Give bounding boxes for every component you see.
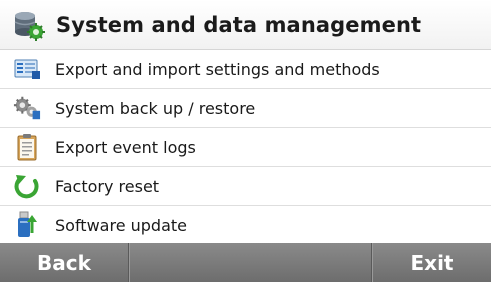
menu-item-export-event-logs[interactable]: Export event logs bbox=[0, 128, 491, 167]
footer-bar: Back Exit bbox=[0, 243, 491, 282]
blank-footer-button[interactable] bbox=[129, 243, 372, 282]
exit-button[interactable]: Exit bbox=[372, 243, 491, 282]
header-bar: System and data management bbox=[0, 0, 491, 50]
back-button[interactable]: Back bbox=[0, 243, 129, 282]
menu-item-system-backup-restore[interactable]: System back up / restore bbox=[0, 89, 491, 128]
gears-backup-icon bbox=[13, 94, 41, 122]
menu-item-label: System back up / restore bbox=[55, 98, 256, 118]
menu-item-label: Export and import settings and methods bbox=[55, 59, 380, 79]
clipboard-log-icon bbox=[13, 133, 41, 161]
menu-item-label: Factory reset bbox=[55, 176, 160, 196]
menu-item-label: Export event logs bbox=[55, 137, 196, 157]
reset-arrow-icon bbox=[13, 172, 41, 200]
menu-item-factory-reset[interactable]: Factory reset bbox=[0, 167, 491, 206]
menu-item-label: Software update bbox=[55, 215, 187, 235]
page-title: System and data management bbox=[56, 12, 422, 37]
export-import-icon bbox=[13, 55, 41, 83]
menu-item-export-import[interactable]: Export and import settings and methods bbox=[0, 50, 491, 89]
usb-update-icon bbox=[13, 211, 41, 239]
menu-item-software-update[interactable]: Software update bbox=[0, 206, 491, 245]
system-data-management-screen: System and data management Export and im… bbox=[0, 0, 491, 282]
database-gear-icon bbox=[12, 8, 46, 42]
menu-list: Export and import settings and methods S… bbox=[0, 50, 491, 245]
